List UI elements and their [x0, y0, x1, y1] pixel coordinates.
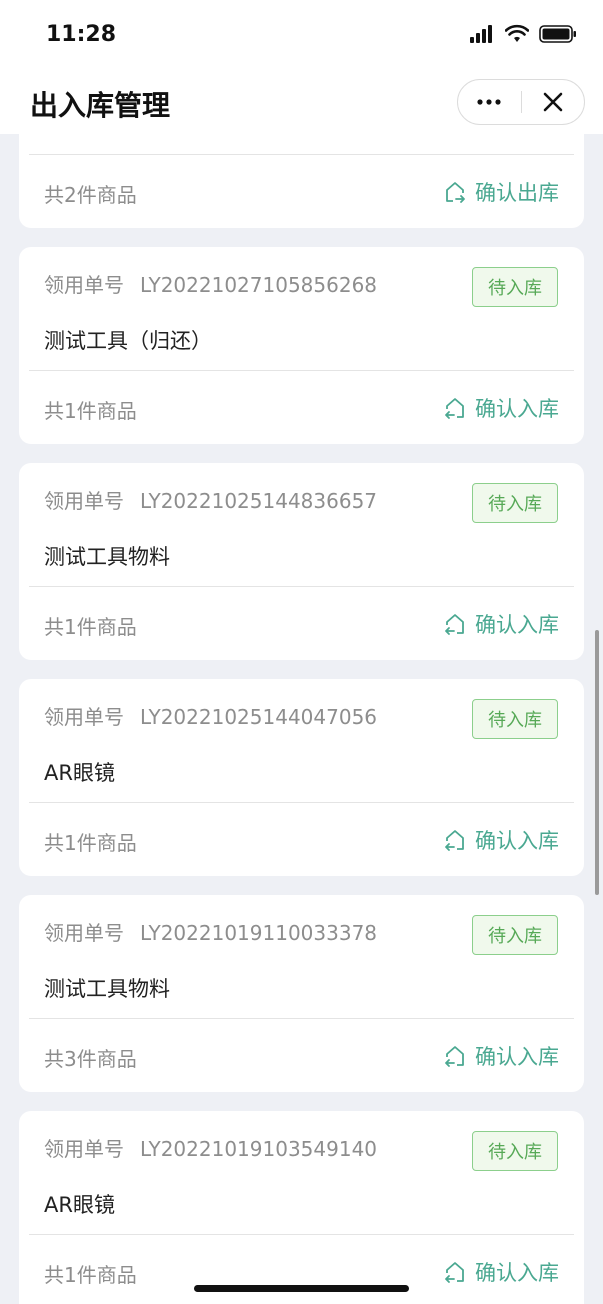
order-card[interactable]: 领用单号 LY20221027105856268 待入库 测试工具（归还） 共1件… — [19, 247, 584, 444]
order-card[interactable]: 领用单号 LY20221019103549140 待入库 AR眼镜 共1件商品 确… — [19, 1111, 584, 1304]
close-icon — [543, 92, 563, 112]
more-icon — [477, 99, 501, 105]
order-card[interactable]: 领用单号 LY20221019110033378 待入库 测试工具物料 共3件商品… — [19, 895, 584, 1092]
status-badge: 待入库 — [472, 699, 558, 739]
status-badge: 待入库 — [472, 267, 558, 307]
inbound-icon — [445, 1262, 464, 1283]
inbound-icon — [445, 1046, 464, 1067]
inbound-icon — [445, 614, 464, 635]
page-title: 出入库管理 — [30, 89, 171, 122]
order-number-row: 领用单号 LY20221025144836657 — [44, 485, 377, 514]
order-number-label: 领用单号 — [44, 921, 124, 945]
wifi-icon — [505, 24, 529, 42]
status-badge: 待入库 — [472, 1131, 558, 1171]
more-button[interactable] — [458, 80, 521, 124]
confirm-inbound-button[interactable]: 确认入库 — [443, 393, 559, 423]
confirm-inbound-button[interactable]: 确认入库 — [443, 609, 559, 639]
mini-program-capsule — [457, 79, 585, 125]
order-card[interactable]: 领用单号 LY20221025144047056 待入库 AR眼镜 共1件商品 确… — [19, 679, 584, 876]
item-count: 共2件商品 — [44, 183, 137, 207]
order-number: LY20221019110033378 — [140, 921, 378, 945]
order-number-row: 领用单号 LY20221019110033378 — [44, 917, 377, 946]
item-name: 测试工具物料 — [44, 977, 170, 1001]
order-card-partial: 共2件商品 确认出库 — [19, 134, 584, 228]
outbound-icon — [446, 182, 465, 203]
order-number-label: 领用单号 — [44, 273, 124, 297]
action-label: 确认入库 — [475, 1261, 559, 1285]
order-number-row: 领用单号 LY20221019103549140 — [44, 1133, 377, 1162]
card-divider — [29, 370, 574, 371]
card-divider — [29, 154, 574, 155]
action-label: 确认入库 — [475, 829, 559, 853]
action-label: 确认入库 — [475, 397, 559, 421]
action-label: 确认入库 — [475, 613, 559, 637]
status-icons — [469, 24, 577, 44]
item-name: AR眼镜 — [44, 1193, 115, 1217]
card-divider — [29, 802, 574, 803]
card-divider — [29, 1018, 574, 1019]
home-indicator — [194, 1285, 409, 1292]
status-badge: 待入库 — [472, 483, 558, 523]
action-label: 确认入库 — [475, 1045, 559, 1069]
order-number: LY20221027105856268 — [140, 273, 378, 297]
status-badge: 待入库 — [472, 915, 558, 955]
inbound-icon — [445, 830, 464, 851]
inbound-icon — [445, 398, 464, 419]
order-number-label: 领用单号 — [44, 489, 124, 513]
order-number: LY20221025144047056 — [140, 705, 378, 729]
status-bar: 11:28 — [0, 0, 603, 70]
confirm-outbound-button[interactable]: 确认出库 — [443, 177, 559, 207]
order-card[interactable]: 领用单号 LY20221025144836657 待入库 测试工具物料 共1件商品… — [19, 463, 584, 660]
confirm-inbound-button[interactable]: 确认入库 — [443, 825, 559, 855]
order-number-row: 领用单号 LY20221025144047056 — [44, 701, 377, 730]
scrollbar[interactable] — [595, 630, 599, 895]
item-count: 共1件商品 — [44, 399, 137, 423]
card-divider — [29, 586, 574, 587]
cellular-signal-icon — [470, 25, 492, 43]
item-count: 共1件商品 — [44, 831, 137, 855]
order-number-row: 领用单号 LY20221027105856268 — [44, 269, 377, 298]
close-button[interactable] — [522, 80, 585, 124]
order-number: LY20221019103549140 — [140, 1137, 378, 1161]
battery-icon — [539, 25, 576, 43]
nav-bar: 出入库管理 — [0, 70, 603, 134]
status-time: 11:28 — [46, 22, 117, 47]
confirm-inbound-button[interactable]: 确认入库 — [443, 1257, 559, 1287]
item-count: 共3件商品 — [44, 1047, 137, 1071]
card-divider — [29, 1234, 574, 1235]
item-name: 测试工具（归还） — [44, 329, 212, 353]
item-count: 共1件商品 — [44, 1263, 137, 1287]
confirm-inbound-button[interactable]: 确认入库 — [443, 1041, 559, 1071]
item-count: 共1件商品 — [44, 615, 137, 639]
item-name: AR眼镜 — [44, 761, 115, 785]
order-number: LY20221025144836657 — [140, 489, 378, 513]
order-number-label: 领用单号 — [44, 1137, 124, 1161]
page: 11:28 出入库管理 共2件商品 确认出库 领用单号 LY2022102710… — [0, 0, 603, 1304]
item-name: 测试工具物料 — [44, 545, 170, 569]
action-label: 确认出库 — [475, 181, 559, 205]
order-number-label: 领用单号 — [44, 705, 124, 729]
